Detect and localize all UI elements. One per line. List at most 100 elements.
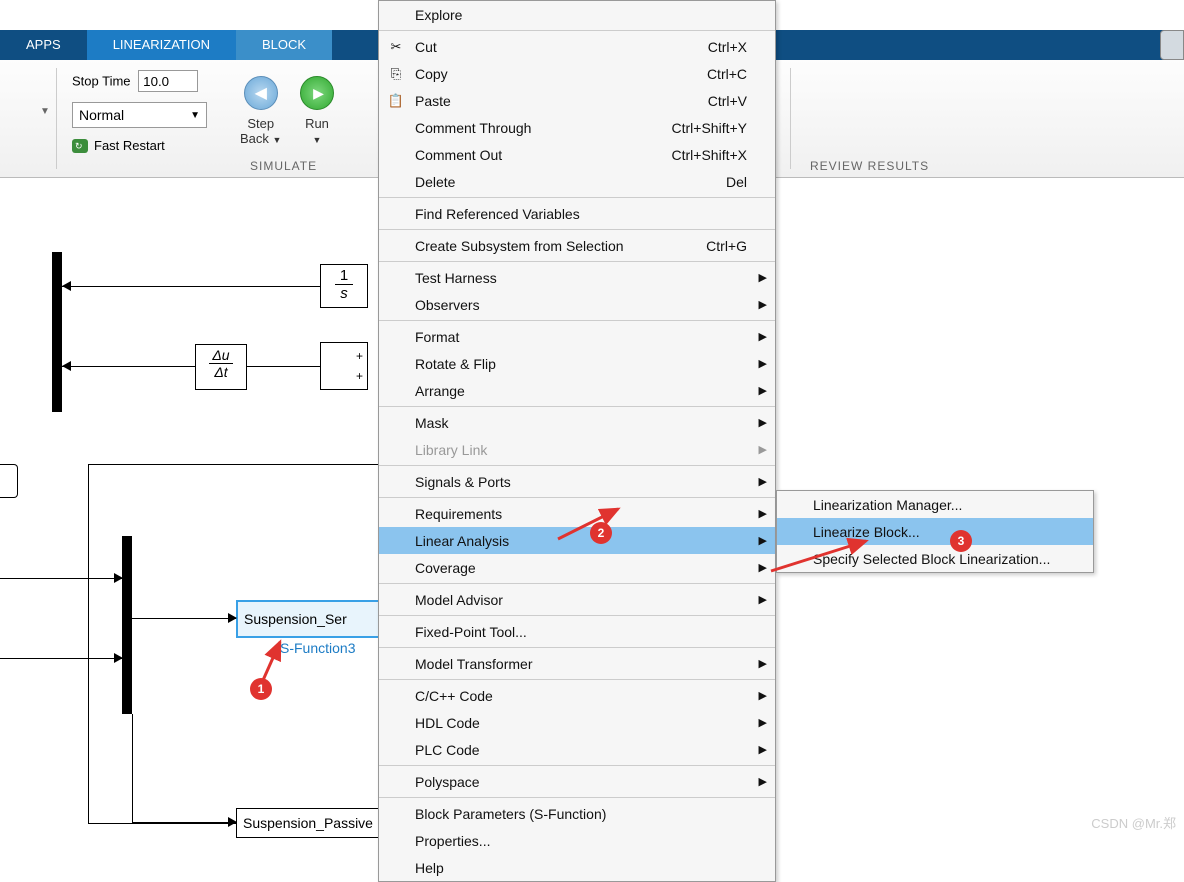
menu-item-mask[interactable]: Mask▶ bbox=[379, 409, 775, 436]
menu-item-label: Model Transformer bbox=[415, 656, 532, 672]
callout-2: 2 bbox=[590, 522, 612, 544]
fast-restart-toggle[interactable]: ↻ Fast Restart bbox=[72, 138, 165, 153]
menu-item-plc-code[interactable]: PLC Code▶ bbox=[379, 736, 775, 763]
fast-restart-label: Fast Restart bbox=[94, 138, 165, 153]
menu-shortcut: Ctrl+G bbox=[706, 238, 747, 254]
panel-toggle[interactable] bbox=[1160, 30, 1184, 60]
arrow-icon bbox=[62, 281, 71, 291]
chevron-down-icon: ▼ bbox=[190, 110, 200, 121]
menu-item-comment-out[interactable]: Comment OutCtrl+Shift+X bbox=[379, 141, 775, 168]
menu-item-label: Library Link bbox=[415, 442, 487, 458]
submenu-arrow-icon: ▶ bbox=[759, 443, 767, 456]
tab-linearization[interactable]: LINEARIZATION bbox=[87, 30, 236, 60]
submenu-arrow-icon: ▶ bbox=[759, 298, 767, 311]
outport[interactable] bbox=[0, 464, 18, 498]
integrator-num: 1 bbox=[321, 267, 367, 284]
submenu-arrow-icon: ▶ bbox=[759, 775, 767, 788]
menu-item-copy[interactable]: ⎘CopyCtrl+C bbox=[379, 60, 775, 87]
menu-item-hdl-code[interactable]: HDL Code▶ bbox=[379, 709, 775, 736]
derivative-block[interactable]: Δu Δt bbox=[195, 344, 247, 390]
menu-item-label: Rotate & Flip bbox=[415, 356, 496, 372]
menu-item-cut[interactable]: ✂CutCtrl+X bbox=[379, 33, 775, 60]
play-icon: ▶ bbox=[300, 76, 334, 110]
menu-item-find-referenced-variables[interactable]: Find Referenced Variables bbox=[379, 200, 775, 227]
menu-item-polyspace[interactable]: Polyspace▶ bbox=[379, 768, 775, 795]
menu-item-comment-through[interactable]: Comment Through Ctrl+Shift+Y bbox=[379, 114, 775, 141]
menu-item-fixed-point-tool[interactable]: Fixed-Point Tool... bbox=[379, 618, 775, 645]
arrow-icon bbox=[228, 817, 237, 827]
submenu-arrow-icon: ▶ bbox=[759, 507, 767, 520]
menu-item-label: Help bbox=[415, 860, 444, 876]
menu-item-label: Format bbox=[415, 329, 459, 345]
stop-time-label: Stop Time bbox=[72, 74, 131, 89]
menu-item-label: Comment Through bbox=[415, 120, 531, 136]
menu-shortcut: Ctrl+V bbox=[708, 93, 747, 109]
menu-item-label: PLC Code bbox=[415, 742, 480, 758]
menu-item-explore[interactable]: Explore bbox=[379, 1, 775, 28]
integrator-block[interactable]: 1 s bbox=[320, 264, 368, 308]
callout-arrow-2 bbox=[548, 504, 628, 544]
arrow-icon bbox=[228, 613, 237, 623]
menu-item-signals-ports[interactable]: Signals & Ports▶ bbox=[379, 468, 775, 495]
sum-block[interactable]: + + bbox=[320, 342, 368, 390]
submenu-arrow-icon: ▶ bbox=[759, 657, 767, 670]
mux-bar-left[interactable] bbox=[52, 252, 62, 412]
menu-item-delete[interactable]: DeleteDel bbox=[379, 168, 775, 195]
callout-1: 1 bbox=[250, 678, 272, 700]
menu-item-properties[interactable]: Properties... bbox=[379, 827, 775, 854]
menu-item-c-c-code[interactable]: C/C++ Code ▶ bbox=[379, 682, 775, 709]
menu-shortcut: Ctrl+Shift+Y bbox=[672, 120, 747, 136]
menu-item-label: Properties... bbox=[415, 833, 490, 849]
fast-restart-icon: ↻ bbox=[72, 139, 88, 153]
menu-item-label: Test Harness bbox=[415, 270, 497, 286]
mux-bar-inner[interactable] bbox=[122, 536, 132, 714]
menu-item-label: Coverage bbox=[415, 560, 476, 576]
menu-item-label: Create Subsystem from Selection bbox=[415, 238, 624, 254]
submenu-arrow-icon: ▶ bbox=[759, 384, 767, 397]
menu-item-format[interactable]: Format ▶ bbox=[379, 323, 775, 350]
submenu-arrow-icon: ▶ bbox=[759, 593, 767, 606]
menu-shortcut: Ctrl+C bbox=[707, 66, 747, 82]
menu-item-label: C/C++ Code bbox=[415, 688, 493, 704]
menu-item-arrange[interactable]: Arrange▶ bbox=[379, 377, 775, 404]
deriv-num: Δu bbox=[196, 347, 246, 363]
tab-block[interactable]: BLOCK bbox=[236, 30, 332, 60]
menu-item-label: Cut bbox=[415, 39, 437, 55]
menu-icon: ⎘ bbox=[387, 66, 405, 82]
submenu-arrow-icon: ▶ bbox=[759, 416, 767, 429]
menu-item-model-transformer[interactable]: Model Transformer ▶ bbox=[379, 650, 775, 677]
stop-time-input[interactable] bbox=[138, 70, 198, 92]
menu-item-label: Model Advisor bbox=[415, 592, 503, 608]
menu-item-paste[interactable]: 📋PasteCtrl+V bbox=[379, 87, 775, 114]
callout-3: 3 bbox=[950, 530, 972, 552]
simulation-mode-select[interactable]: Normal ▼ bbox=[72, 102, 207, 128]
submenu-arrow-icon: ▶ bbox=[759, 330, 767, 343]
deriv-den: Δt bbox=[196, 364, 246, 380]
menu-item-coverage[interactable]: Coverage▶ bbox=[379, 554, 775, 581]
menu-item-label: Comment Out bbox=[415, 147, 502, 163]
menu-item-block-parameters-s-function[interactable]: Block Parameters (S-Function) bbox=[379, 800, 775, 827]
toolbar-dropdown[interactable]: ▼ bbox=[40, 106, 50, 117]
menu-item-label: Explore bbox=[415, 7, 462, 23]
menu-item-help[interactable]: Help bbox=[379, 854, 775, 881]
menu-item-test-harness[interactable]: Test Harness▶ bbox=[379, 264, 775, 291]
menu-item-observers[interactable]: Observers▶ bbox=[379, 291, 775, 318]
menu-item-label: Fixed-Point Tool... bbox=[415, 624, 527, 640]
menu-item-model-advisor[interactable]: Model Advisor ▶ bbox=[379, 586, 775, 613]
stop-time-row: Stop Time bbox=[72, 70, 198, 92]
submenu-item-linearization-manager[interactable]: Linearization Manager... bbox=[777, 491, 1093, 518]
menu-item-create-subsystem-from-selection[interactable]: Create Subsystem from Selection Ctrl+G bbox=[379, 232, 775, 259]
review-section-label: REVIEW RESULTS bbox=[810, 159, 929, 173]
callout-arrow-3 bbox=[766, 536, 876, 576]
sfunction-label: S-Function3 bbox=[280, 640, 355, 656]
menu-item-rotate-flip[interactable]: Rotate & Flip▶ bbox=[379, 350, 775, 377]
menu-item-label: Linear Analysis bbox=[415, 533, 509, 549]
tab-apps[interactable]: APPS bbox=[0, 30, 87, 60]
passive-block-label: Suspension_Passive bbox=[243, 815, 373, 831]
submenu-arrow-icon: ▶ bbox=[759, 689, 767, 702]
step-back-button[interactable]: ◀ Step Back ▼ bbox=[240, 76, 281, 148]
run-button[interactable]: ▶ Run▼ bbox=[300, 76, 334, 146]
arrow-icon bbox=[62, 361, 71, 371]
menu-item-label: Delete bbox=[415, 174, 455, 190]
arrow-icon bbox=[114, 573, 123, 583]
